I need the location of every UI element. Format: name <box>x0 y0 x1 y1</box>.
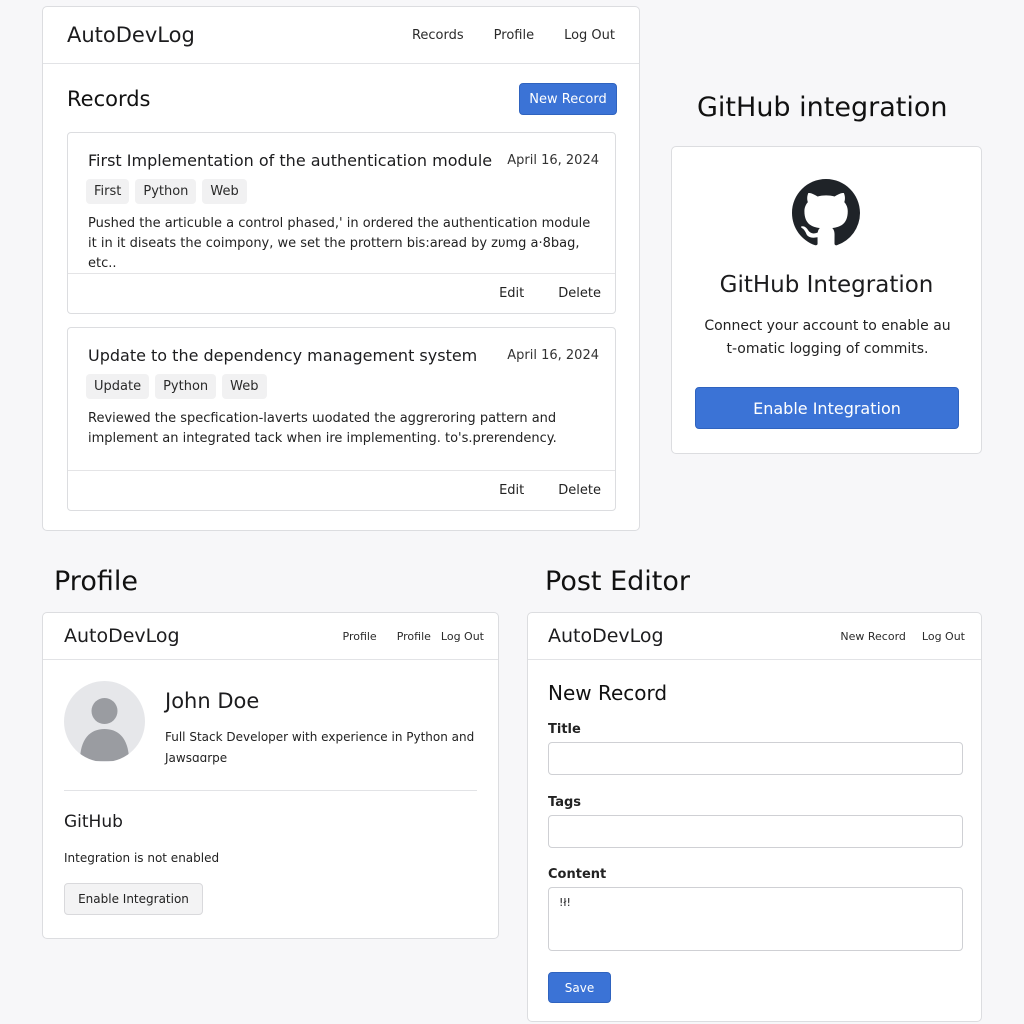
nav-records[interactable]: Records <box>412 28 464 43</box>
editor-nav-links: New Record Log Out <box>840 630 965 643</box>
record-card: First Implementation of the authenticati… <box>67 132 616 314</box>
content-label: Content <box>548 867 607 882</box>
nav-profile[interactable]: Profile <box>397 630 431 643</box>
post-editor-panel: AutoDevLog New Record Log Out New Record… <box>527 612 982 1022</box>
divider <box>64 790 477 791</box>
record-card: Update to the dependency management syst… <box>67 327 616 511</box>
nav-profile[interactable]: Profile <box>494 28 534 43</box>
records-navbar: AutoDevLog Records Profile Log Out <box>43 7 639 64</box>
form-title: New Record <box>548 681 668 705</box>
nav-new-record[interactable]: New Record <box>840 630 906 643</box>
tag-badge[interactable]: First <box>86 179 130 204</box>
record-tags: Update Python Web <box>86 374 273 399</box>
github-icon <box>792 179 860 247</box>
github-card-description: Connect your account to enable aut-omati… <box>704 318 951 357</box>
editor-navbar: AutoDevLog New Record Log Out <box>528 613 981 660</box>
github-integration-card: GitHub Integration Connect your account … <box>671 146 982 454</box>
brand-logo[interactable]: AutoDevLog <box>67 23 195 47</box>
tags-input[interactable] <box>548 815 963 848</box>
avatar <box>64 681 145 762</box>
nav-log-out[interactable]: Log Out <box>441 630 484 643</box>
save-button[interactable]: Save <box>548 972 611 1003</box>
record-tags: First Python Web <box>86 179 253 204</box>
delete-button[interactable]: Delete <box>558 483 601 498</box>
brand-logo[interactable]: AutoDevLog <box>548 625 664 647</box>
record-actions: Edit Delete <box>68 470 615 510</box>
title-label: Title <box>548 722 581 737</box>
tags-label: Tags <box>548 795 582 810</box>
nav-log-out[interactable]: Log Out <box>564 28 615 43</box>
delete-button[interactable]: Delete <box>558 286 601 301</box>
record-body: Pushed the articuble a control phased,' … <box>88 216 591 271</box>
title-input[interactable] <box>548 742 963 775</box>
enable-integration-button[interactable]: Enable Integration <box>64 883 203 915</box>
record-body: Reviewed the specfication-laverts ɯodate… <box>88 411 557 446</box>
profile-section-heading: Profile <box>54 566 138 597</box>
profile-name: John Doe <box>165 689 260 713</box>
profile-nav-links: Profile Profile Log Out <box>323 630 485 643</box>
records-panel: AutoDevLog Records Profile Log Out Recor… <box>42 6 640 531</box>
profile-panel: AutoDevLog Profile Profile Log Out John … <box>42 612 499 939</box>
nav-profile[interactable]: Profile <box>343 630 377 643</box>
record-title[interactable]: Update to the dependency management syst… <box>88 346 477 365</box>
editor-section-heading: Post Editor <box>545 566 690 597</box>
brand-logo[interactable]: AutoDevLog <box>64 625 180 647</box>
tag-badge[interactable]: Web <box>222 374 267 399</box>
github-status-text: Integration is not enabled <box>64 851 220 865</box>
tag-badge[interactable]: Python <box>155 374 217 399</box>
github-subheading: GitHub <box>64 812 123 832</box>
tag-badge[interactable]: Python <box>135 179 197 204</box>
enable-integration-button[interactable]: Enable Integration <box>695 387 959 429</box>
edit-button[interactable]: Edit <box>499 286 524 301</box>
profile-navbar: AutoDevLog Profile Profile Log Out <box>43 613 498 660</box>
record-actions: Edit Delete <box>68 273 615 313</box>
new-record-button[interactable]: New Record <box>519 83 617 115</box>
record-title[interactable]: First Implementation of the authenticati… <box>88 151 492 170</box>
github-section-heading: GitHub integration <box>697 92 948 123</box>
record-date: April 16, 2024 <box>507 153 599 168</box>
records-nav-links: Records Profile Log Out <box>382 28 615 43</box>
nav-log-out[interactable]: Log Out <box>922 630 965 643</box>
edit-button[interactable]: Edit <box>499 483 524 498</box>
page-title: Records <box>67 87 151 111</box>
tag-badge[interactable]: Update <box>86 374 150 399</box>
record-date: April 16, 2024 <box>507 348 599 363</box>
content-textarea[interactable]: !ł! <box>548 887 963 951</box>
github-card-title: GitHub Integration <box>719 272 934 298</box>
profile-bio: Full Stack Developer with experience in … <box>165 730 475 765</box>
tag-badge[interactable]: Web <box>202 179 247 204</box>
